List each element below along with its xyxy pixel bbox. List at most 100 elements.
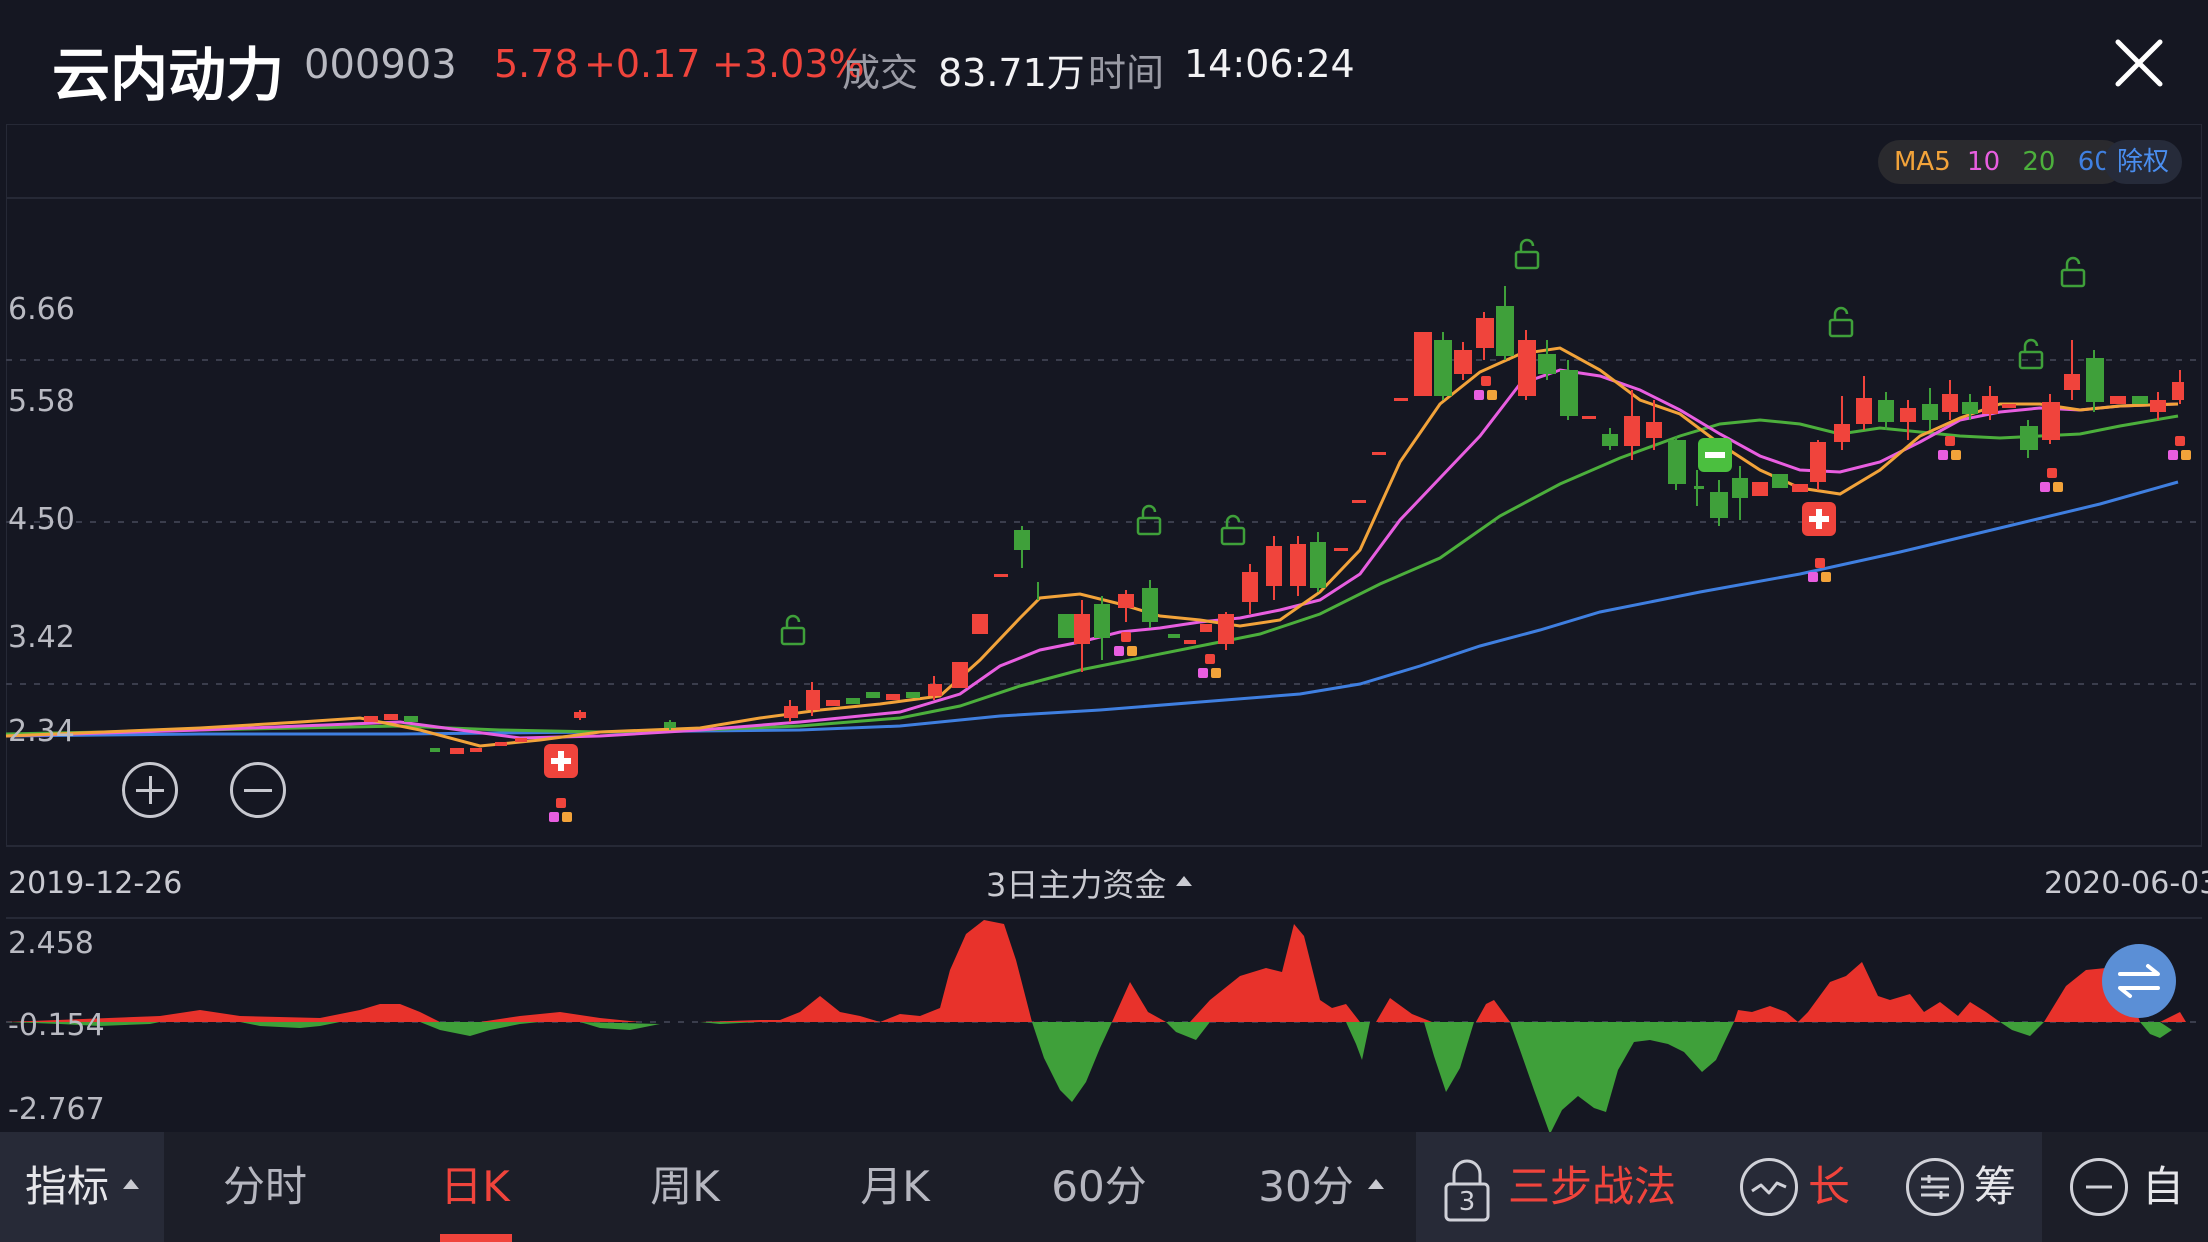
- y-axis-label: 5.58: [8, 384, 75, 419]
- candle: [450, 748, 464, 754]
- candle: [2110, 396, 2126, 404]
- candle: [1602, 434, 1618, 446]
- caret-up-icon: [1367, 1178, 1384, 1189]
- lock-icon: [1828, 306, 1854, 338]
- candle: [2132, 396, 2148, 404]
- tab-weekly-k[interactable]: 周K: [620, 1132, 750, 1242]
- y-axis-label: 6.66: [8, 292, 75, 327]
- tab-60min[interactable]: 60分: [1034, 1132, 1164, 1242]
- tab-monthly-k[interactable]: 月K: [830, 1132, 960, 1242]
- candle: [1900, 408, 1916, 422]
- candle: [826, 700, 840, 706]
- indicator-y-label: 2.458: [8, 926, 94, 961]
- candle: [664, 722, 676, 728]
- ex-rights-button[interactable]: 除权: [2104, 140, 2182, 184]
- candle: [1014, 530, 1030, 550]
- candle: [1142, 588, 1158, 622]
- y-axis-label: 4.50: [8, 502, 75, 537]
- candle: [1094, 604, 1110, 638]
- tab-intraday[interactable]: 分时: [200, 1132, 330, 1242]
- indicator-y-label: -0.154: [8, 1008, 105, 1043]
- candle: [2172, 382, 2184, 400]
- candle: [886, 694, 900, 700]
- candle: [404, 716, 418, 722]
- candle: [1434, 340, 1452, 396]
- candle: [1394, 398, 1408, 401]
- candle: [1834, 424, 1850, 442]
- ma5-line: [5, 346, 2179, 748]
- candle: [2020, 426, 2038, 450]
- y-axis-label: 2.34: [8, 714, 75, 749]
- candle: [1752, 482, 1768, 496]
- indicator-title: 3日主力资金: [986, 866, 1167, 904]
- candle: [1242, 572, 1258, 602]
- candle: [1372, 452, 1386, 455]
- caret-up-icon: [1176, 876, 1193, 886]
- tab-indicator[interactable]: 指标: [0, 1132, 164, 1242]
- candle: [1414, 332, 1432, 396]
- candle: [364, 716, 378, 722]
- candle: [784, 706, 798, 718]
- candle: [574, 712, 586, 718]
- candle: [1810, 442, 1826, 482]
- mini-lock-markers: [549, 376, 2191, 822]
- candle: [470, 748, 482, 752]
- chip-button[interactable]: 筹: [1974, 1132, 2034, 1242]
- strategy-button[interactable]: 三步战法: [1508, 1132, 1698, 1242]
- candle: [1624, 416, 1640, 446]
- candle: [1560, 370, 1578, 416]
- candle: [1074, 614, 1090, 644]
- caret-up-icon: [123, 1178, 139, 1189]
- chip-distribution-icon[interactable]: [1906, 1158, 1964, 1216]
- candle: [1200, 624, 1212, 632]
- lock-icon: [2018, 338, 2044, 370]
- tab-label: 指标: [24, 1162, 109, 1211]
- candle: [515, 738, 527, 742]
- candle: [1518, 340, 1536, 396]
- strategy-badge: 3: [1458, 1187, 1476, 1217]
- long-button[interactable]: 长: [1808, 1132, 1868, 1242]
- price-gridlines: [6, 359, 2202, 1023]
- swap-button[interactable]: [2102, 944, 2176, 1018]
- candle: [1184, 640, 1196, 644]
- tab-label: 30分: [1258, 1162, 1354, 1211]
- strategy-lock-icon[interactable]: 3: [1440, 1156, 1494, 1226]
- trend-icon[interactable]: [1740, 1158, 1798, 1216]
- chart-canvas: [5, 197, 2202, 1132]
- candle: [1168, 634, 1180, 638]
- candle: [1668, 440, 1686, 484]
- zoom-in-button[interactable]: [122, 762, 178, 818]
- candle: [928, 684, 942, 696]
- tab-daily-k[interactable]: 日K: [410, 1132, 540, 1242]
- candle: [994, 574, 1008, 577]
- ma10-legend: 10: [1967, 147, 2001, 177]
- auto-button[interactable]: 自: [2142, 1132, 2202, 1242]
- fund-flow-positive-area: [6, 920, 2186, 1022]
- candle: [430, 748, 440, 752]
- lock-icon: [1136, 504, 1162, 536]
- ma-legend[interactable]: MA5 10 20 60: [1878, 140, 2125, 184]
- lock-icon: [1514, 238, 1540, 270]
- y-axis-label: 3.42: [8, 620, 75, 655]
- custom-icon[interactable]: [2070, 1158, 2128, 1216]
- buy-signal-icon: [544, 744, 578, 778]
- candle: [1582, 416, 1596, 419]
- candle: [846, 698, 860, 704]
- indicator-selector[interactable]: 3日主力资金: [986, 860, 1193, 906]
- candle: [2150, 400, 2166, 412]
- candle: [1538, 354, 1556, 374]
- lock-icon: [780, 614, 806, 646]
- lock-icon: [2060, 256, 2086, 288]
- tab-30min[interactable]: 30分: [1236, 1132, 1406, 1242]
- candle: [495, 742, 507, 746]
- candle: [1922, 404, 1938, 420]
- zoom-out-button[interactable]: [230, 762, 286, 818]
- candle: [1118, 594, 1134, 608]
- candle: [1266, 546, 1282, 586]
- candle: [1496, 306, 1514, 356]
- end-date: 2020-06-03: [2044, 866, 2208, 901]
- ma20-line: [5, 414, 2179, 736]
- candle: [1310, 542, 1326, 588]
- candle: [1290, 544, 1306, 586]
- candle: [972, 614, 988, 634]
